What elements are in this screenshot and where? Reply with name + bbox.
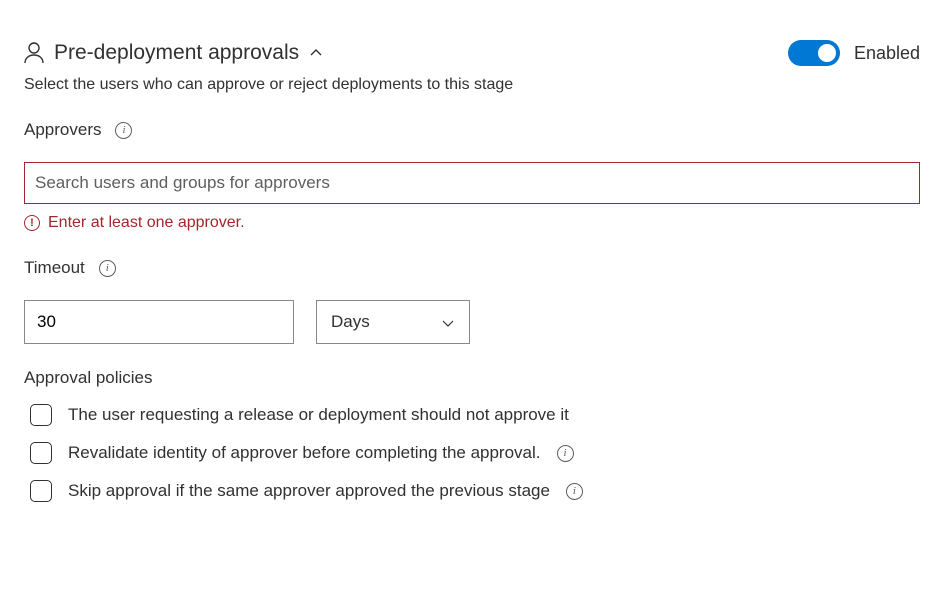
section-header: Pre-deployment approvals Enabled: [24, 40, 920, 66]
policies-title: Approval policies: [24, 368, 920, 388]
approvers-label-row: Approvers i: [24, 120, 920, 140]
policy-checkbox[interactable]: [30, 442, 52, 464]
policy-label: Skip approval if the same approver appro…: [68, 481, 550, 501]
chevron-down-icon: [441, 315, 455, 329]
section-description: Select the users who can approve or reje…: [24, 76, 920, 94]
info-icon[interactable]: i: [566, 483, 583, 500]
toggle-label: Enabled: [854, 43, 920, 64]
policy-checkbox[interactable]: [30, 480, 52, 502]
enabled-toggle[interactable]: [788, 40, 840, 66]
policy-label: The user requesting a release or deploym…: [68, 405, 569, 425]
error-icon: !: [24, 215, 40, 231]
info-icon[interactable]: i: [557, 445, 574, 462]
timeout-controls: Days: [24, 300, 920, 344]
person-icon: [24, 42, 44, 64]
timeout-label-row: Timeout i: [24, 258, 920, 278]
enabled-toggle-group: Enabled: [788, 40, 920, 66]
error-text: Enter at least one approver.: [48, 214, 245, 232]
approvers-error: ! Enter at least one approver.: [24, 214, 920, 232]
policy-row: The user requesting a release or deploym…: [24, 404, 920, 426]
timeout-label: Timeout: [24, 258, 85, 278]
toggle-knob: [818, 44, 836, 62]
policy-row: Revalidate identity of approver before c…: [24, 442, 920, 464]
chevron-up-icon: [309, 46, 323, 60]
section-title-group[interactable]: Pre-deployment approvals: [24, 41, 323, 65]
timeout-unit-label: Days: [331, 312, 370, 332]
timeout-value-input[interactable]: [24, 300, 294, 344]
policy-checkbox[interactable]: [30, 404, 52, 426]
info-icon[interactable]: i: [99, 260, 116, 277]
info-icon[interactable]: i: [115, 122, 132, 139]
policy-row: Skip approval if the same approver appro…: [24, 480, 920, 502]
policy-label: Revalidate identity of approver before c…: [68, 443, 541, 463]
timeout-unit-select[interactable]: Days: [316, 300, 470, 344]
approvers-label: Approvers: [24, 120, 101, 140]
section-title: Pre-deployment approvals: [54, 41, 299, 65]
approvers-search-input[interactable]: [24, 162, 920, 204]
